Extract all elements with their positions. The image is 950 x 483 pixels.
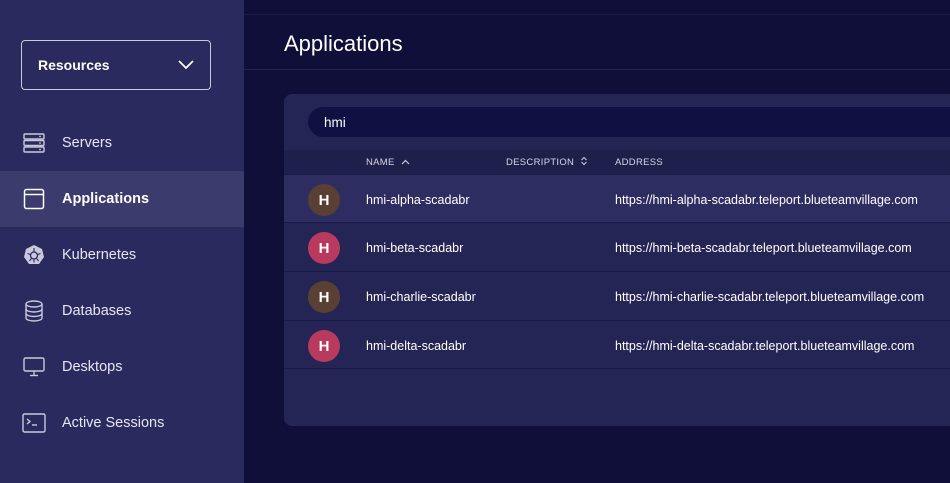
avatar: H	[308, 184, 340, 216]
terminal-icon	[22, 411, 46, 435]
sidebar-item-label: Servers	[62, 135, 112, 151]
search-bar[interactable]	[308, 107, 950, 137]
sidebar-item-label: Desktops	[62, 359, 123, 375]
search-input[interactable]	[324, 114, 724, 130]
column-header-address[interactable]: ADDRESS	[615, 150, 663, 174]
table-row[interactable]: H hmi-alpha-scadabr https://hmi-alpha-sc…	[284, 174, 950, 223]
app-address-link[interactable]: https://hmi-alpha-scadabr.teleport.bluet…	[615, 175, 918, 224]
sidebar-item-servers[interactable]: Servers	[0, 115, 244, 171]
applications-card: NAME DESCRIPTION ADDRESS H hmi-alpha-sca…	[284, 94, 950, 426]
resources-dropdown-label: Resources	[38, 57, 110, 73]
table-row[interactable]: H hmi-delta-scadabr https://hmi-delta-sc…	[284, 320, 950, 369]
table-row[interactable]: H hmi-beta-scadabr https://hmi-beta-scad…	[284, 222, 950, 271]
app-name: hmi-beta-scadabr	[366, 240, 464, 255]
sidebar-item-desktops[interactable]: Desktops	[0, 339, 244, 395]
app-name: hmi-alpha-scadabr	[366, 192, 470, 207]
desktop-icon	[22, 355, 46, 379]
app-name: hmi-charlie-scadabr	[366, 289, 476, 304]
sidebar-item-databases[interactable]: Databases	[0, 283, 244, 339]
sort-ascending-icon	[401, 157, 410, 168]
sidebar-item-kubernetes[interactable]: Kubernetes	[0, 227, 244, 283]
avatar: H	[308, 232, 340, 264]
column-header-description[interactable]: DESCRIPTION	[506, 150, 588, 174]
column-header-label: DESCRIPTION	[506, 156, 575, 168]
server-icon	[22, 131, 46, 155]
sidebar-item-label: Applications	[62, 191, 150, 207]
column-header-name[interactable]: NAME	[366, 150, 410, 174]
app-address-link[interactable]: https://hmi-beta-scadabr.teleport.bluete…	[615, 223, 912, 272]
kubernetes-icon	[22, 243, 46, 267]
avatar: H	[308, 330, 340, 362]
application-icon	[22, 187, 46, 211]
sort-icon	[580, 156, 588, 169]
sidebar-item-applications[interactable]: Applications	[0, 171, 244, 227]
column-header-label: ADDRESS	[615, 156, 664, 168]
chevron-down-icon	[178, 60, 194, 70]
avatar: H	[308, 281, 340, 313]
database-icon	[22, 299, 46, 323]
resources-dropdown[interactable]: Resources	[21, 40, 211, 90]
table-header: NAME DESCRIPTION ADDRESS	[284, 150, 950, 174]
sidebar-item-label: Active Sessions	[62, 415, 165, 431]
app-address-link[interactable]: https://hmi-charlie-scadabr.teleport.blu…	[615, 272, 924, 321]
column-header-label: NAME	[366, 156, 395, 168]
app-address-link[interactable]: https://hmi-delta-scadabr.teleport.bluet…	[615, 321, 914, 370]
table-row[interactable]: H hmi-charlie-scadabr https://hmi-charli…	[284, 271, 950, 320]
sidebar-item-label: Databases	[62, 303, 132, 319]
sidebar-item-active-sessions[interactable]: Active Sessions	[0, 395, 244, 451]
app-name: hmi-delta-scadabr	[366, 338, 467, 353]
page-title: Applications	[284, 31, 403, 56]
sidebar: Resources Servers Applications Kubernete…	[0, 0, 244, 483]
sidebar-item-label: Kubernetes	[62, 247, 137, 263]
